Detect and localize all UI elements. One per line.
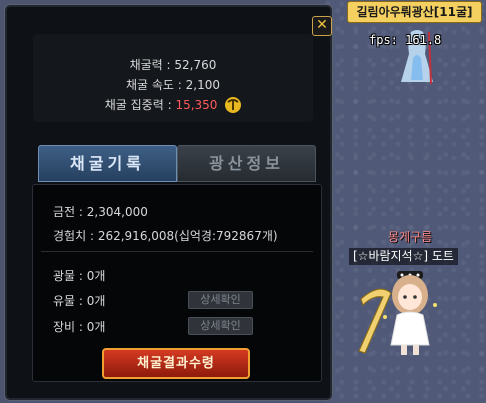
exp-value: 262,916,008(십억경:792867개) xyxy=(97,229,278,243)
relic-label: 유물 xyxy=(53,294,76,308)
equip-row: 장비 : 0개 xyxy=(53,318,105,335)
fps-counter: fps: 161.8 xyxy=(369,33,442,47)
separator: : xyxy=(89,229,94,243)
relic-row: 유물 : 0개 xyxy=(53,292,105,309)
separator: : xyxy=(177,78,182,92)
collect-results-button[interactable]: 채굴결과수령 xyxy=(102,348,250,379)
mining-speed-row: 채굴 속도 : 2,100 xyxy=(33,76,313,93)
ore-row: 광물 : 0개 xyxy=(53,267,105,284)
relic-detail-button[interactable]: 상세확인 xyxy=(188,291,253,309)
mining-focus-value: 15,350 xyxy=(175,98,218,112)
equip-label: 장비 xyxy=(53,320,76,334)
ore-label: 광물 xyxy=(53,269,76,283)
mining-speed-value: 2,100 xyxy=(185,78,221,92)
mining-speed-label: 채굴 속도 xyxy=(125,78,174,92)
close-button[interactable]: ✕ xyxy=(312,16,332,36)
separator: : xyxy=(78,269,83,283)
gold-value: 2,304,000 xyxy=(86,205,148,219)
mining-record-content: 금전 : 2,304,000 경험치 : 262,916,008(십억경:792… xyxy=(32,184,322,382)
gold-row: 금전 : 2,304,000 xyxy=(53,203,148,220)
character-guild: [☆바람지석☆] 도트 xyxy=(349,248,458,265)
relic-value: 0개 xyxy=(86,294,106,308)
separator: : xyxy=(166,58,171,72)
ore-value: 0개 xyxy=(86,269,106,283)
character-name: 몽게구름 xyxy=(388,230,433,244)
tab-mine-info[interactable]: 광산정보 xyxy=(177,145,316,182)
separator: : xyxy=(78,205,83,219)
separator: : xyxy=(78,320,83,334)
mining-window: ✕ 채굴력 : 52,760 채굴 속도 : 2,100 채굴 집중력 : 15… xyxy=(4,4,333,401)
pickaxe-icon xyxy=(225,96,242,113)
gold-label: 금전 xyxy=(53,205,76,219)
equip-detail-button[interactable]: 상세확인 xyxy=(188,317,253,335)
mining-power-row: 채굴력 : 52,760 xyxy=(33,56,313,73)
separator: : xyxy=(78,294,83,308)
tab-mining-record[interactable]: 채굴기록 xyxy=(38,145,177,182)
separator: : xyxy=(167,98,172,112)
mining-stats: 채굴력 : 52,760 채굴 속도 : 2,100 채굴 집중력 : 15,3… xyxy=(33,34,313,122)
divider xyxy=(41,251,313,252)
mining-focus-label: 채굴 집중력 xyxy=(104,98,164,112)
exp-row: 경험치 : 262,916,008(십억경:792867개) xyxy=(53,227,278,244)
mining-power-value: 52,760 xyxy=(174,58,217,72)
mining-focus-row: 채굴 집중력 : 15,350 xyxy=(33,96,313,114)
exp-label: 경험치 xyxy=(53,229,87,243)
mining-power-label: 채굴력 xyxy=(129,58,163,72)
map-name-label: 길림아우뤄광산[11굴] xyxy=(347,1,482,23)
player-character[interactable] xyxy=(355,265,445,360)
equip-value: 0개 xyxy=(86,320,106,334)
